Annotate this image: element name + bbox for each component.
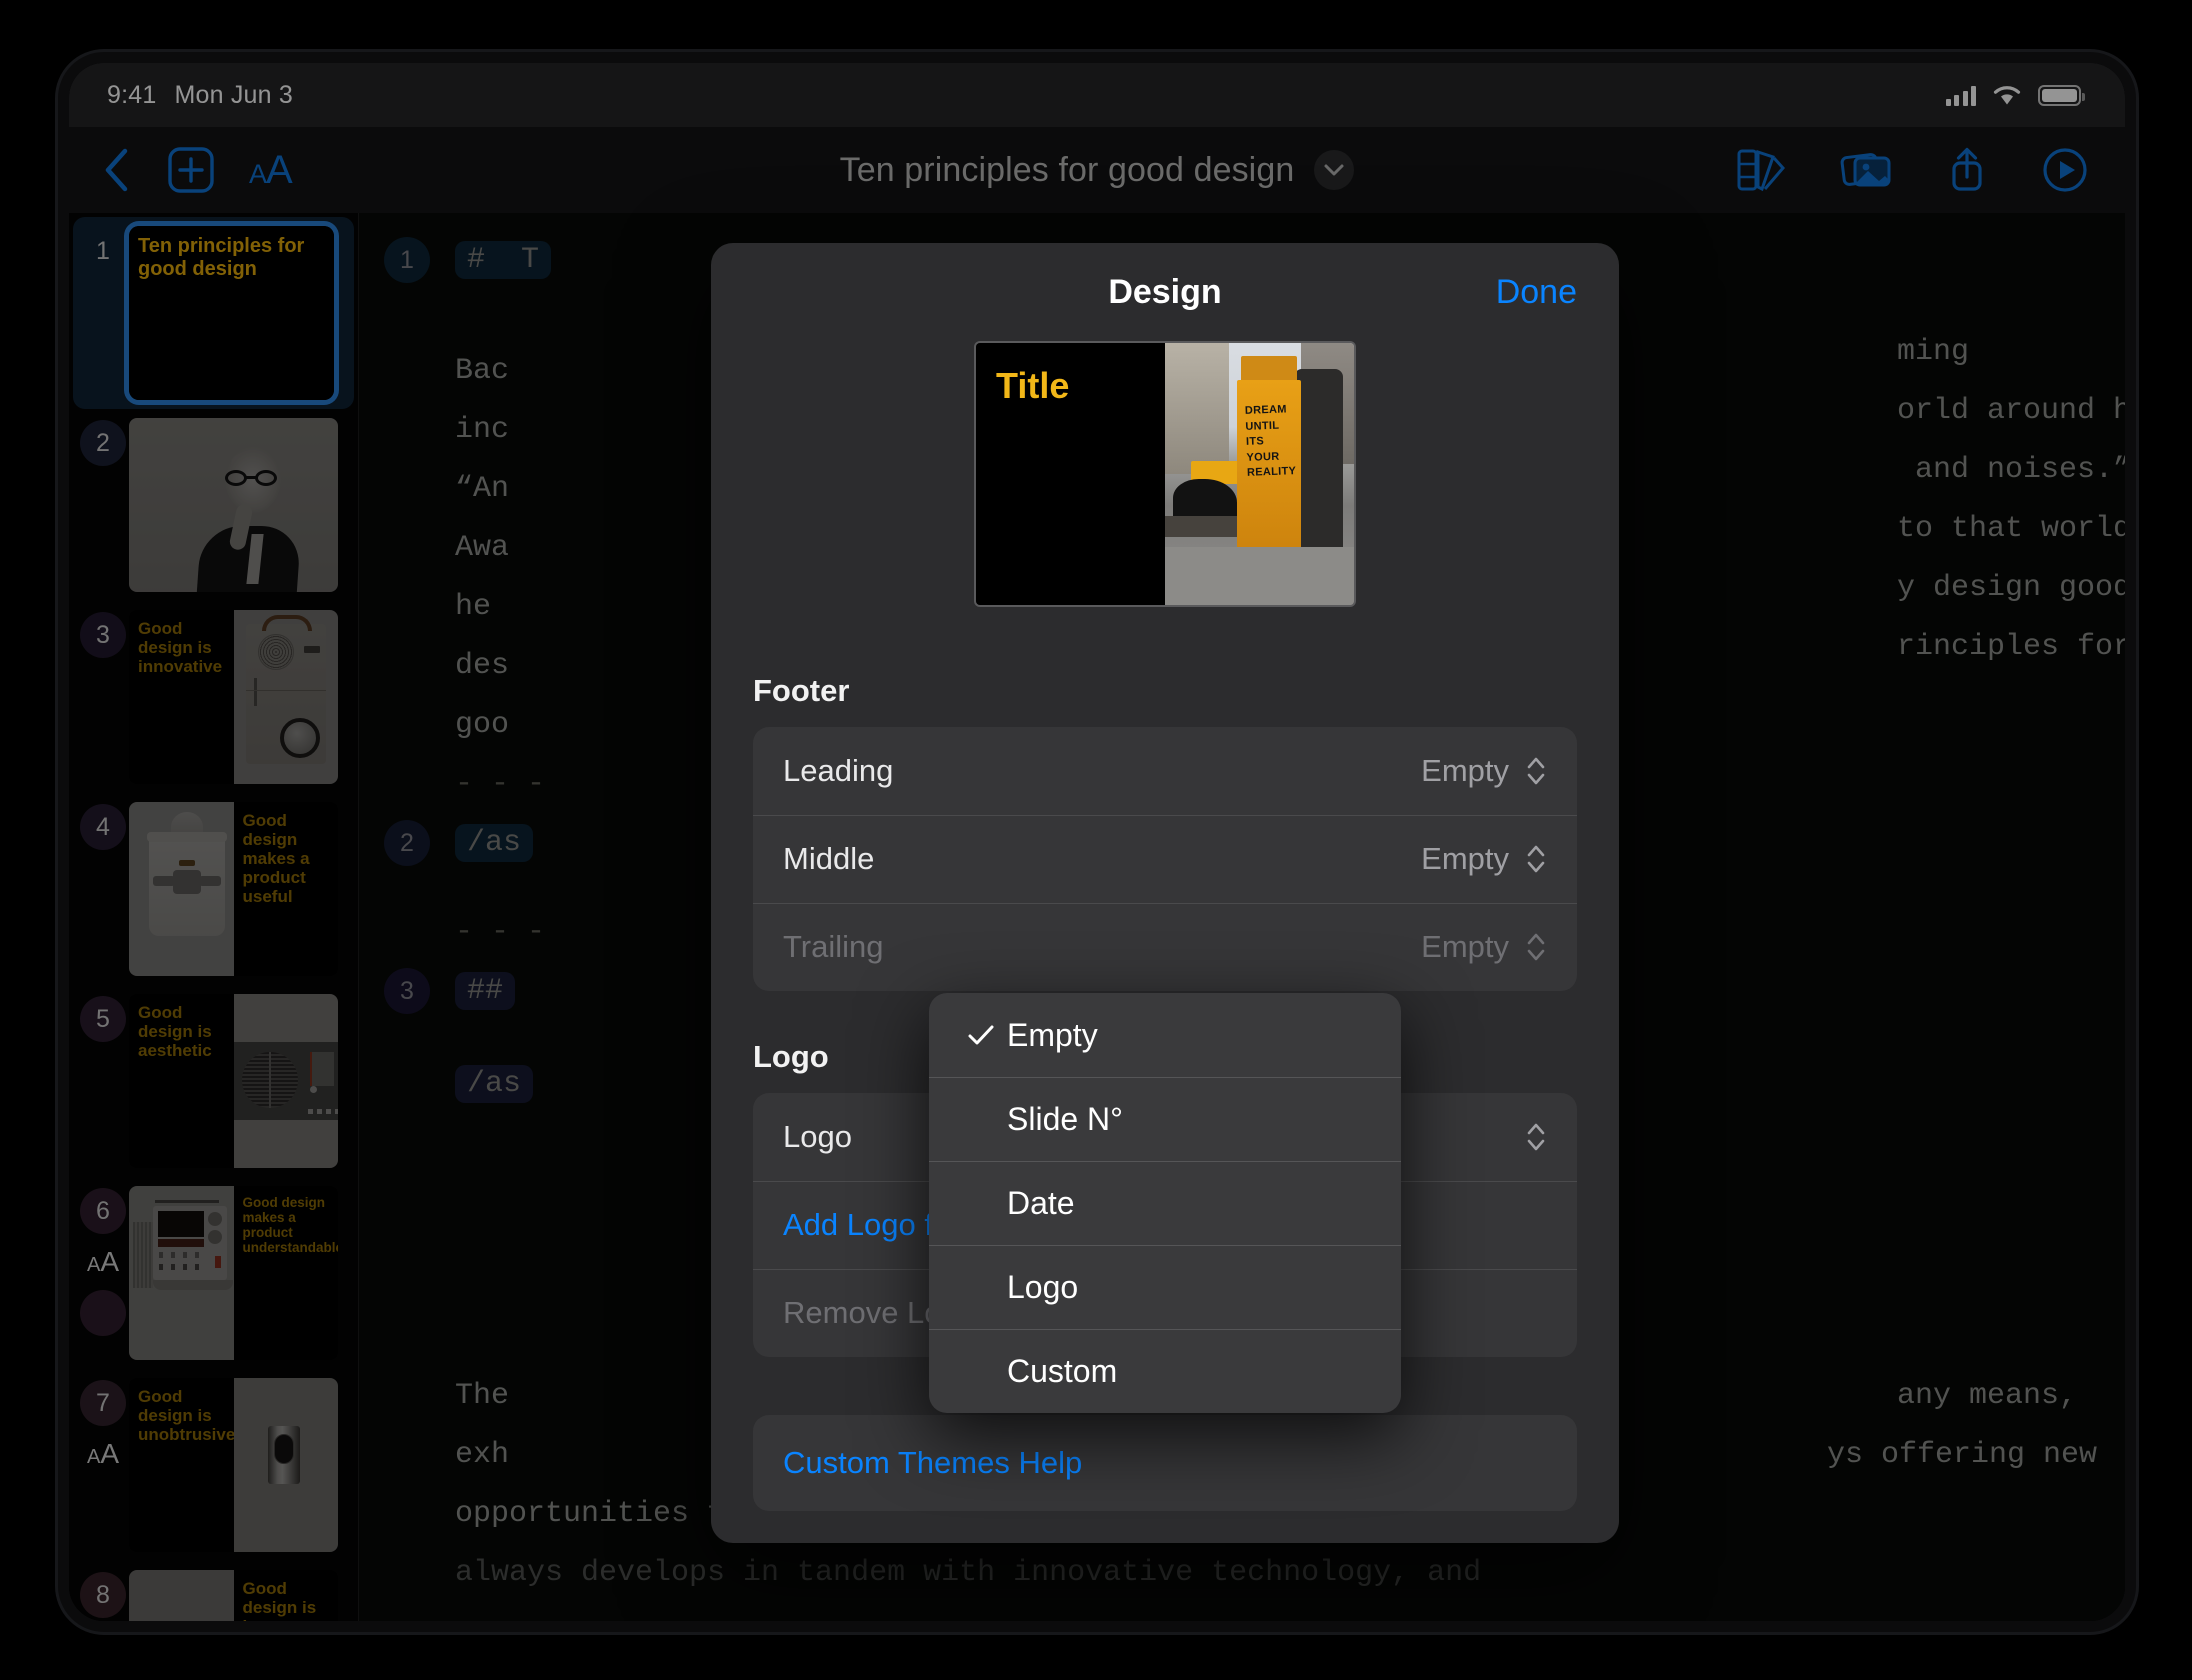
dropdown-item-logo[interactable]: Logo [929, 1245, 1401, 1329]
footer-row-leading[interactable]: Leading Empty [753, 727, 1577, 815]
graffiti-line: DREAM [1244, 403, 1287, 418]
preview-title-text: Title [996, 365, 1070, 406]
dropdown-item-label: Date [1007, 1184, 1075, 1221]
preview-photo-panel: DREAM UNTIL ITS YOUR REALITY [1165, 343, 1354, 605]
modal-title: Design [1108, 273, 1222, 311]
ipad-device-frame: 9:41 Mon Jun 3 AA Ten principles for goo… [58, 52, 2136, 1632]
help-link-label: Custom Themes Help [783, 1445, 1083, 1480]
preview-title-panel: Title [976, 343, 1165, 605]
dropdown-item-label: Logo [1007, 1268, 1079, 1305]
graffiti-line: REALITY [1246, 465, 1297, 480]
screen: 9:41 Mon Jun 3 AA Ten principles for goo… [69, 63, 2125, 1621]
footer-row-trailing[interactable]: Trailing Empty [753, 903, 1577, 991]
dropdown-item-label: Custom [1007, 1352, 1118, 1389]
row-label: Leading [783, 753, 894, 788]
chevron-up-down-icon[interactable] [1525, 753, 1547, 789]
footer-settings-card: Leading Empty Middle Empty Trailing Empt… [753, 727, 1577, 991]
row-label: Trailing [783, 929, 884, 964]
dropdown-item-custom[interactable]: Custom [929, 1329, 1401, 1413]
footer-row-middle[interactable]: Middle Empty [753, 815, 1577, 903]
dropdown-item-date[interactable]: Date [929, 1161, 1401, 1245]
dropdown-item-label: Empty [1007, 1016, 1098, 1053]
custom-themes-help-button[interactable]: Custom Themes Help [753, 1415, 1577, 1511]
row-value: Empty [1421, 929, 1509, 964]
modal-header: Design Done [711, 243, 1619, 343]
theme-preview-thumbnail[interactable]: Title DREAM UNTIL ITS YOUR REALITY [976, 343, 1354, 605]
footer-option-dropdown[interactable]: Empty Slide N° Date Logo Custom [929, 993, 1401, 1413]
done-button[interactable]: Done [1496, 273, 1577, 312]
footer-section-title: Footer [753, 673, 850, 708]
dropdown-item-slide-number[interactable]: Slide N° [929, 1077, 1401, 1161]
checkmark-icon [967, 1024, 1007, 1046]
row-value: Empty [1421, 753, 1509, 788]
chevron-up-down-icon[interactable] [1525, 841, 1547, 877]
dropdown-item-label: Slide N° [1007, 1100, 1123, 1137]
dropdown-item-empty[interactable]: Empty [929, 993, 1401, 1077]
row-label: Middle [783, 841, 875, 876]
chevron-up-down-icon[interactable] [1525, 1119, 1547, 1155]
chevron-up-down-icon[interactable] [1525, 929, 1547, 965]
row-value: Empty [1421, 841, 1509, 876]
